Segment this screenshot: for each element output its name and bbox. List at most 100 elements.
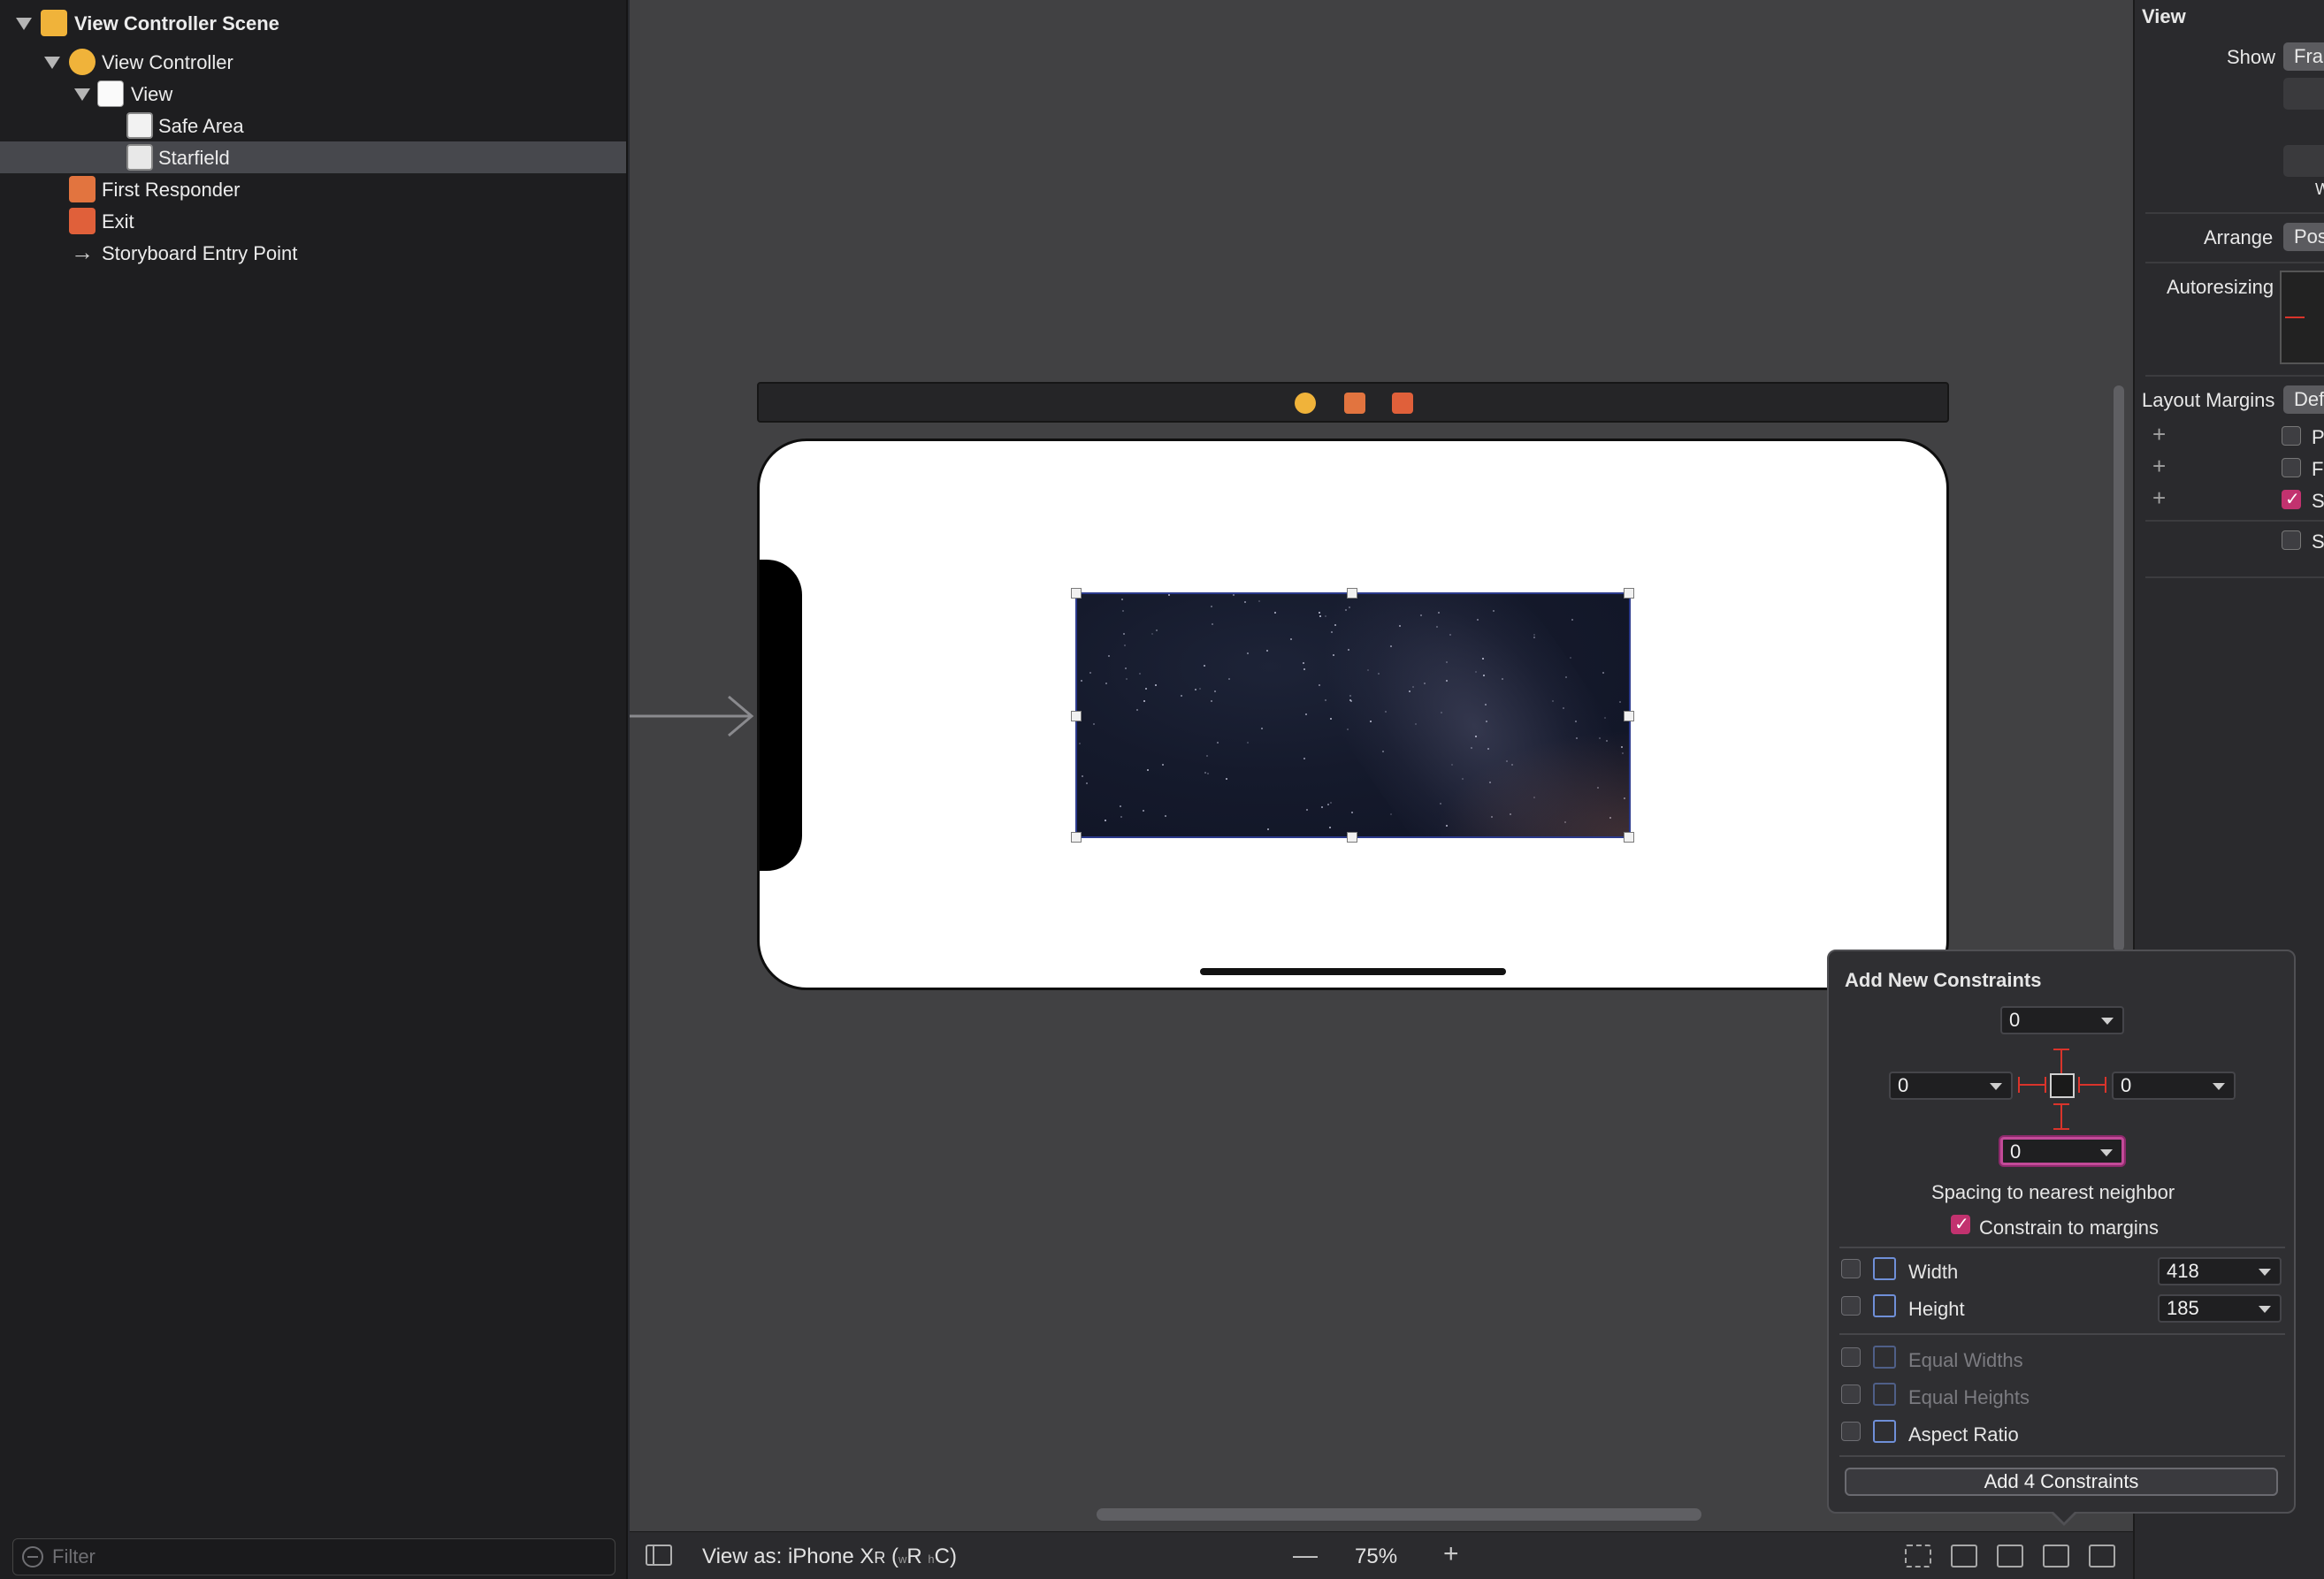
outline-item-scene[interactable]: View Controller Scene <box>0 7 626 39</box>
aspect-ratio-checkbox[interactable] <box>1841 1422 1861 1441</box>
star-dot <box>1290 638 1292 640</box>
star-dot <box>1533 637 1535 638</box>
outline-item-exit[interactable]: Exit <box>0 205 626 237</box>
frame-field[interactable] <box>2283 78 2324 110</box>
height-checkbox[interactable] <box>1841 1296 1861 1316</box>
star-dot <box>1155 684 1157 686</box>
chevron-down-icon[interactable] <box>2213 1083 2225 1090</box>
sidebar-toggle-icon[interactable] <box>646 1545 672 1566</box>
outline-item-view[interactable]: View <box>0 78 626 110</box>
canvas-vertical-scrollbar[interactable] <box>2114 385 2124 951</box>
option-checkbox[interactable] <box>2282 530 2301 550</box>
outline-item-label: Safe Area <box>158 115 244 137</box>
embed-in-icon[interactable] <box>1951 1545 1977 1568</box>
top-spacing-field[interactable]: 0 <box>2000 1006 2124 1034</box>
outline-item-starfield[interactable]: Starfield <box>0 141 626 173</box>
starfield-image-view[interactable] <box>1075 592 1631 838</box>
disclosure-triangle-icon[interactable] <box>16 18 32 30</box>
view-as-device-button[interactable]: View as: iPhone XR (wR hC) <box>702 1545 957 1569</box>
star-dot <box>1325 699 1326 701</box>
show-popup-button[interactable]: Fra <box>2283 42 2324 71</box>
equal-widths-checkbox[interactable] <box>1841 1347 1861 1367</box>
star-dot <box>1121 599 1123 600</box>
leading-spacing-field[interactable]: 0 <box>1889 1072 2013 1100</box>
leading-constraint-strut[interactable] <box>2018 1084 2046 1086</box>
star-dot <box>1563 707 1564 709</box>
disclosure-triangle-icon[interactable] <box>74 88 90 101</box>
width-value-field[interactable]: 418 <box>2158 1257 2282 1285</box>
star-dot <box>1345 609 1347 611</box>
bottom-constraint-strut[interactable] <box>2060 1103 2062 1130</box>
first-responder-icon[interactable] <box>1344 393 1365 414</box>
resize-handle[interactable] <box>1624 711 1634 721</box>
star-dot <box>1329 827 1331 828</box>
option-checkbox[interactable] <box>2282 426 2301 446</box>
disclosure-triangle-icon[interactable] <box>44 57 60 69</box>
width-checkbox[interactable] <box>1841 1259 1861 1278</box>
align-icon[interactable] <box>1997 1545 2023 1568</box>
star-dot <box>1258 600 1260 602</box>
arrange-label: Arrange <box>2204 226 2274 248</box>
star-dot <box>1436 626 1438 628</box>
star-dot <box>1378 673 1380 675</box>
chevron-down-icon[interactable] <box>2100 1149 2113 1156</box>
add-variation-icon[interactable]: + <box>2152 484 2166 512</box>
star-dot <box>1475 736 1477 737</box>
add-constraints-button[interactable]: Add 4 Constraints <box>1845 1468 2278 1496</box>
chevron-down-icon[interactable] <box>2259 1306 2271 1313</box>
top-constraint-strut[interactable] <box>2060 1049 2062 1075</box>
outline-item-view-controller[interactable]: View Controller <box>0 46 626 78</box>
resolve-auto-layout-icon[interactable] <box>2089 1545 2115 1568</box>
star-dot <box>1489 782 1491 783</box>
star-dot <box>1349 606 1350 608</box>
resize-handle[interactable] <box>1347 832 1357 843</box>
exit-icon[interactable] <box>1392 393 1413 414</box>
chevron-down-icon[interactable] <box>1990 1083 2002 1090</box>
resize-handle[interactable] <box>1624 832 1634 843</box>
option-checkbox[interactable] <box>2282 488 2301 510</box>
trailing-spacing-field[interactable]: 0 <box>2112 1072 2236 1100</box>
star-dot <box>1108 655 1110 657</box>
star-dot <box>1597 787 1599 789</box>
star-dot <box>1217 742 1219 744</box>
star-dot <box>1274 612 1276 614</box>
chevron-down-icon[interactable] <box>2101 1018 2114 1025</box>
zoom-out-button[interactable]: — <box>1293 1541 1318 1569</box>
equal-heights-checkbox[interactable] <box>1841 1384 1861 1404</box>
frame-field[interactable] <box>2283 145 2324 177</box>
chevron-down-icon[interactable] <box>2259 1269 2271 1276</box>
canvas-horizontal-scrollbar[interactable] <box>1097 1508 1701 1521</box>
outline-item-first-responder[interactable]: First Responder <box>0 173 626 205</box>
add-new-constraints-icon[interactable] <box>2043 1545 2069 1568</box>
resize-handle[interactable] <box>1071 832 1082 843</box>
trailing-constraint-strut[interactable] <box>2078 1084 2106 1086</box>
add-variation-icon[interactable]: + <box>2152 453 2166 480</box>
zoom-in-button[interactable]: + <box>1443 1539 1459 1569</box>
outline-item-entry-point[interactable]: → Storyboard Entry Point <box>0 237 626 269</box>
outline-item-safe-area[interactable]: Safe Area <box>0 110 626 141</box>
outline-item-label: View <box>131 83 173 105</box>
view-controller-icon[interactable] <box>1295 393 1316 414</box>
update-frames-icon[interactable] <box>1905 1545 1931 1568</box>
autoresizing-strut[interactable] <box>2285 317 2305 318</box>
resize-handle[interactable] <box>1347 588 1357 599</box>
arrange-popup-button[interactable]: Pos <box>2283 223 2324 251</box>
constrain-to-margins-checkbox[interactable] <box>1951 1213 1970 1235</box>
star-dot <box>1321 806 1323 808</box>
resize-handle[interactable] <box>1624 588 1634 599</box>
option-checkbox[interactable] <box>2282 458 2301 477</box>
outline-filter-field[interactable]: Filter <box>12 1538 615 1575</box>
star-dot <box>1390 645 1392 647</box>
trailing-constraint-strut-cap <box>2078 1077 2080 1093</box>
view-as-prefix: View as: iPhone X <box>702 1545 875 1568</box>
bottom-spacing-field[interactable]: 0 <box>2000 1137 2124 1165</box>
height-value-field[interactable]: 185 <box>2158 1294 2282 1323</box>
star-dot <box>1533 797 1535 798</box>
scene-dock[interactable] <box>757 382 1949 423</box>
layout-margins-popup-button[interactable]: Def <box>2283 385 2324 414</box>
add-variation-icon[interactable]: + <box>2152 421 2166 448</box>
view-as-width-class: R <box>906 1545 929 1568</box>
resize-handle[interactable] <box>1071 588 1082 599</box>
resize-handle[interactable] <box>1071 711 1082 721</box>
separator <box>2145 262 2324 263</box>
